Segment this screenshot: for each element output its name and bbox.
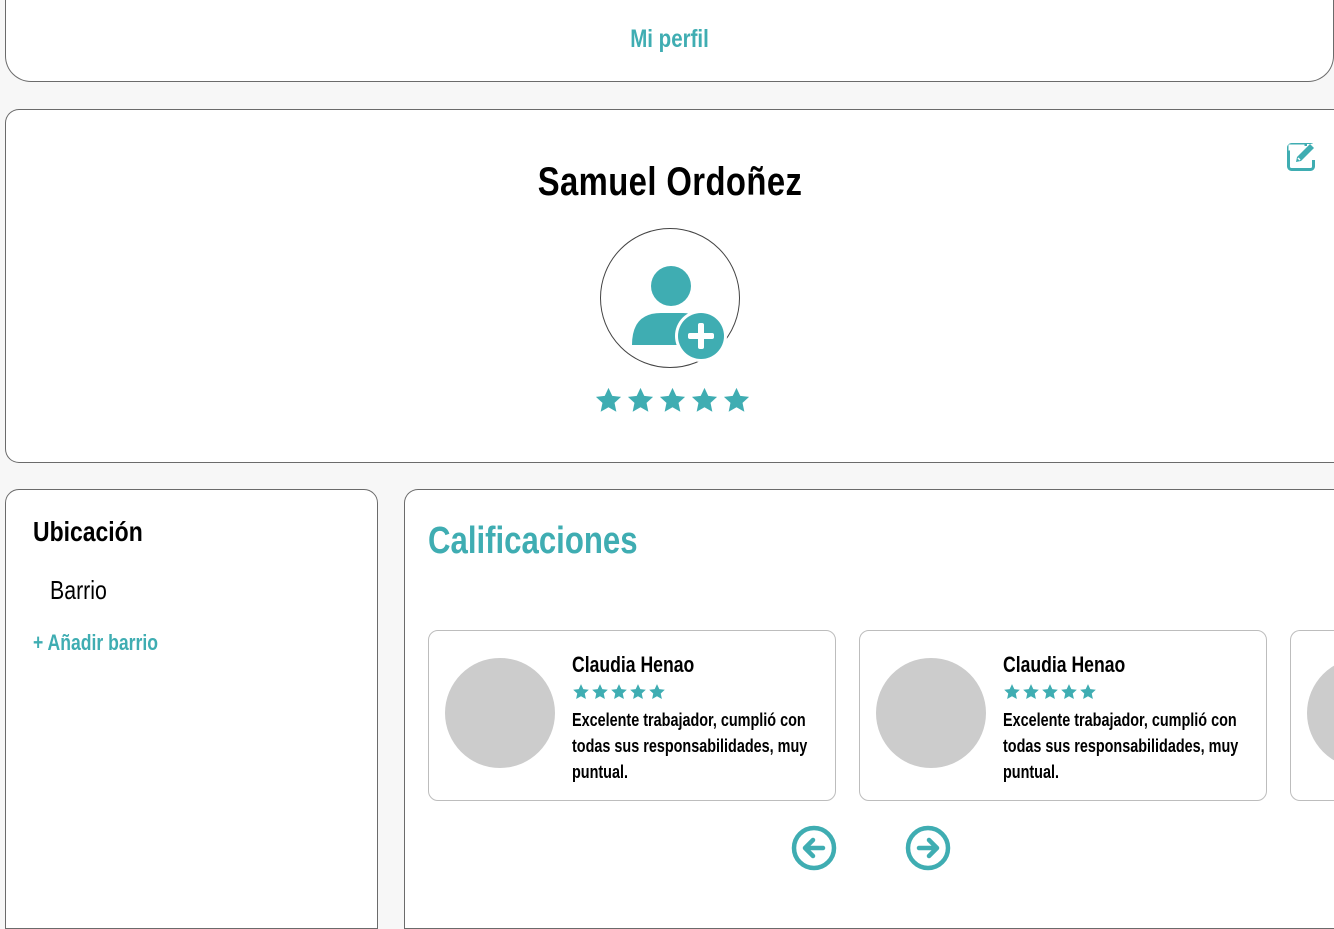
arrow-right-circle-icon (905, 825, 951, 871)
profile-name: Samuel Ordoñez (537, 160, 803, 204)
carousel-next-button[interactable] (904, 824, 952, 872)
reviewer-avatar (445, 658, 555, 768)
star-icon (1080, 684, 1096, 699)
reviewer-name: Claudia Henao (572, 652, 695, 677)
star-icon (595, 387, 622, 412)
review-card: Claudia Henao Excelente trabajador, cump… (428, 630, 836, 801)
star-icon (649, 684, 665, 699)
reviewer-avatar (876, 658, 986, 768)
ratings-card: Calificaciones Claudia Henao Excelente t… (404, 489, 1334, 929)
star-icon (627, 387, 654, 412)
profile-avatar-button[interactable] (600, 228, 740, 368)
add-barrio-link[interactable]: + Añadir barrio (33, 630, 158, 656)
user-plus-icon (632, 266, 727, 362)
reviewer-avatar (1307, 658, 1334, 768)
edit-profile-button[interactable] (1286, 140, 1318, 172)
star-icon (573, 684, 589, 699)
star-icon (592, 684, 608, 699)
star-icon (691, 387, 718, 412)
review-card-partial (1290, 630, 1334, 801)
review-text: Excelente trabajador, cumplió con todas … (1003, 710, 1239, 782)
profile-rating (594, 386, 751, 415)
reviewer-name: Claudia Henao (1003, 652, 1126, 677)
star-icon (1061, 684, 1077, 699)
star-icon (630, 684, 646, 699)
location-barrio: Barrio (50, 575, 107, 605)
location-card: Ubicación Barrio + Añadir barrio (5, 489, 378, 929)
star-icon (723, 387, 750, 412)
page-title: Mi perfil (630, 25, 709, 53)
review-text: Excelente trabajador, cumplió con todas … (572, 710, 808, 782)
star-icon (1023, 684, 1039, 699)
review-card: Claudia Henao Excelente trabajador, cump… (859, 630, 1267, 801)
carousel-prev-button[interactable] (790, 824, 838, 872)
review-rating (572, 683, 666, 701)
star-icon (611, 684, 627, 699)
ratings-title: Calificaciones (428, 520, 638, 562)
profile-card: Samuel Ordoñez (5, 109, 1334, 463)
arrow-left-circle-icon (791, 825, 837, 871)
review-rating (1003, 683, 1097, 701)
star-icon (1004, 684, 1020, 699)
edit-icon (1287, 143, 1316, 171)
location-title: Ubicación (33, 516, 143, 547)
header-bar: Mi perfil (5, 0, 1334, 82)
star-icon (1042, 684, 1058, 699)
star-icon (659, 387, 686, 412)
